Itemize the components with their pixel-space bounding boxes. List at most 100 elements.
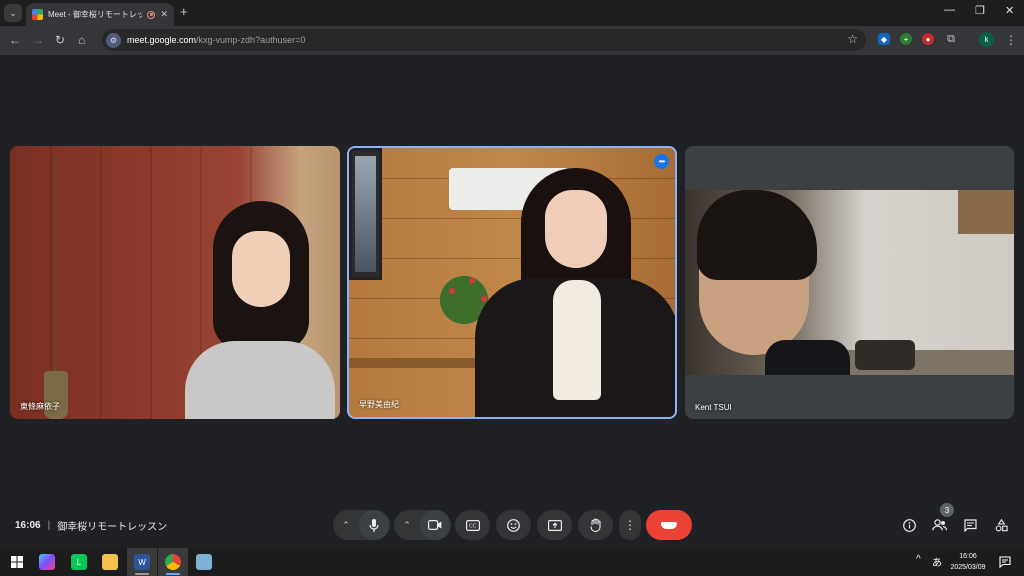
meeting-clock: 16:06 [15, 520, 41, 531]
url-path: /kxg-vump-zdh?authuser=0 [196, 35, 306, 45]
wall-stripe [100, 146, 102, 419]
raise-hand-button[interactable] [578, 510, 613, 540]
chat-icon [963, 518, 977, 532]
activities-button[interactable] [993, 517, 1009, 533]
notifications-icon[interactable] [997, 554, 1013, 570]
word-running-indicator [135, 573, 149, 575]
bookmark-star-icon[interactable]: ☆ [847, 32, 858, 46]
minimize-window-button[interactable]: — [944, 4, 955, 16]
person-body [765, 340, 850, 375]
google-meet-favicon-icon [32, 9, 43, 20]
browser-tabstrip: ⌄ Meet - 御幸桜リモートレッスン ✕ + — ❐ ✕ [0, 0, 1024, 26]
clock-date: 2025/03/09 [950, 564, 986, 571]
people-icon [931, 519, 947, 531]
end-call-phone-icon [661, 521, 677, 529]
app-notebook-icon[interactable] [196, 554, 212, 570]
participant-count-badge: 3 [940, 503, 954, 517]
microsoft-word-icon[interactable]: W [134, 554, 150, 570]
reload-icon[interactable]: ↻ [55, 33, 65, 47]
participant-video-person [475, 168, 675, 417]
more-options-button[interactable]: ⋮ [619, 510, 641, 540]
ime-indicator[interactable]: あ [932, 554, 942, 569]
extension-plus-icon[interactable]: + [900, 33, 912, 45]
present-screen-button[interactable] [537, 510, 572, 540]
tile-more-options-button[interactable]: ••• [654, 154, 669, 169]
extension-shield-icon[interactable]: ◆ [878, 33, 890, 45]
back-arrow-icon[interactable]: ← [9, 33, 21, 47]
close-tab-icon[interactable]: ✕ [160, 9, 168, 20]
meeting-title: 御幸桜リモートレッスン [57, 522, 168, 533]
site-info-icon[interactable]: ⚙ [106, 32, 121, 48]
participant-tile-2-active[interactable]: ••• 早野美由紀 [347, 146, 677, 419]
mic-control-group: ⌃ [333, 510, 390, 540]
leave-call-button[interactable] [646, 510, 692, 540]
participant-video-person [685, 190, 850, 375]
participant-name: 東條麻依子 [20, 402, 60, 411]
system-clock[interactable]: 16:06 2025/03/09 [947, 551, 989, 573]
shelf [349, 358, 489, 368]
windows-start-icon[interactable] [9, 554, 25, 570]
browser-toolbar: ← → ↻ ⌂ ⚙ meet.google.com/kxg-vump-zdh?a… [0, 26, 1024, 55]
clock-time: 16:06 [959, 553, 977, 560]
chat-button[interactable] [962, 517, 978, 533]
meeting-details-button[interactable] [901, 517, 917, 533]
close-window-button[interactable]: ✕ [1005, 4, 1014, 17]
notification-bubble-icon [999, 556, 1011, 568]
wall-picture [349, 148, 382, 280]
home-icon[interactable]: ⌂ [78, 33, 85, 47]
participant-video-person [185, 201, 335, 419]
restore-window-button[interactable]: ❐ [975, 4, 985, 17]
raise-hand-icon [589, 518, 601, 532]
flower-branch [54, 156, 56, 371]
browser-tab-meet[interactable]: Meet - 御幸桜リモートレッスン ✕ [26, 3, 174, 26]
person-body [185, 341, 335, 419]
closed-captions-icon: CC [465, 519, 480, 531]
participant-tile-3[interactable]: Kent TSUI [685, 146, 1014, 419]
profile-avatar[interactable]: k [979, 32, 994, 47]
microphone-button[interactable] [359, 510, 389, 540]
new-tab-button[interactable]: + [180, 5, 188, 19]
person-hair [697, 190, 817, 280]
file-explorer-icon[interactable] [102, 554, 118, 570]
address-bar[interactable]: ⚙ meet.google.com/kxg-vump-zdh?authuser=… [102, 29, 866, 51]
windows-taskbar: L W ^ あ 16:06 2025/03/09 [0, 548, 1024, 576]
camera-button[interactable] [420, 510, 450, 540]
person-face [545, 190, 607, 268]
line-app-icon[interactable]: L [71, 554, 87, 570]
emoji-icon [507, 518, 520, 532]
google-chrome-icon[interactable] [165, 554, 181, 570]
more-vert-icon: ⋮ [624, 518, 636, 532]
activities-shapes-icon [995, 518, 1008, 531]
tab-title: Meet - 御幸桜リモートレッスン [48, 10, 143, 19]
participant-name: 早野美由紀 [359, 400, 399, 409]
person-face [232, 231, 290, 307]
plant-pot [855, 340, 915, 370]
wall-stripe [150, 146, 152, 419]
browser-menu-icon[interactable]: ⋮ [1005, 33, 1017, 47]
chrome-running-indicator [166, 573, 180, 575]
participant-tile-1[interactable]: 東條麻依子 [10, 146, 340, 419]
info-icon [902, 518, 916, 532]
audio-settings-chevron-icon[interactable]: ⌃ [333, 510, 359, 540]
wall-picture [958, 190, 1014, 234]
windows-logo-icon [11, 556, 23, 568]
forward-arrow-icon[interactable]: → [32, 33, 44, 47]
video-camera-icon [428, 520, 442, 530]
present-screen-icon [547, 519, 562, 531]
participant-name: Kent TSUI [695, 403, 732, 412]
tab-search-chevron-icon[interactable]: ⌄ [4, 4, 22, 22]
copilot-icon[interactable] [39, 554, 55, 570]
extension-red-icon[interactable]: ● [922, 33, 934, 45]
captions-button[interactable]: CC [455, 510, 490, 540]
meeting-info: 16:06 | 御幸桜リモートレッスン [15, 518, 167, 533]
video-settings-chevron-icon[interactable]: ⌃ [394, 510, 420, 540]
svg-text:CC: CC [469, 523, 477, 529]
camera-control-group: ⌃ [394, 510, 451, 540]
extensions-puzzle-icon[interactable]: ⧉ [945, 33, 957, 45]
tray-overflow-chevron-icon[interactable]: ^ [916, 554, 921, 565]
recording-indicator-icon [147, 10, 156, 19]
people-button[interactable] [931, 517, 947, 533]
meet-stage: 東條麻依子 ••• 早野美由紀 Kent TSUI 16:06 | 御幸桜リモー… [0, 55, 1024, 548]
reactions-button[interactable] [496, 510, 531, 540]
flower [449, 288, 455, 294]
